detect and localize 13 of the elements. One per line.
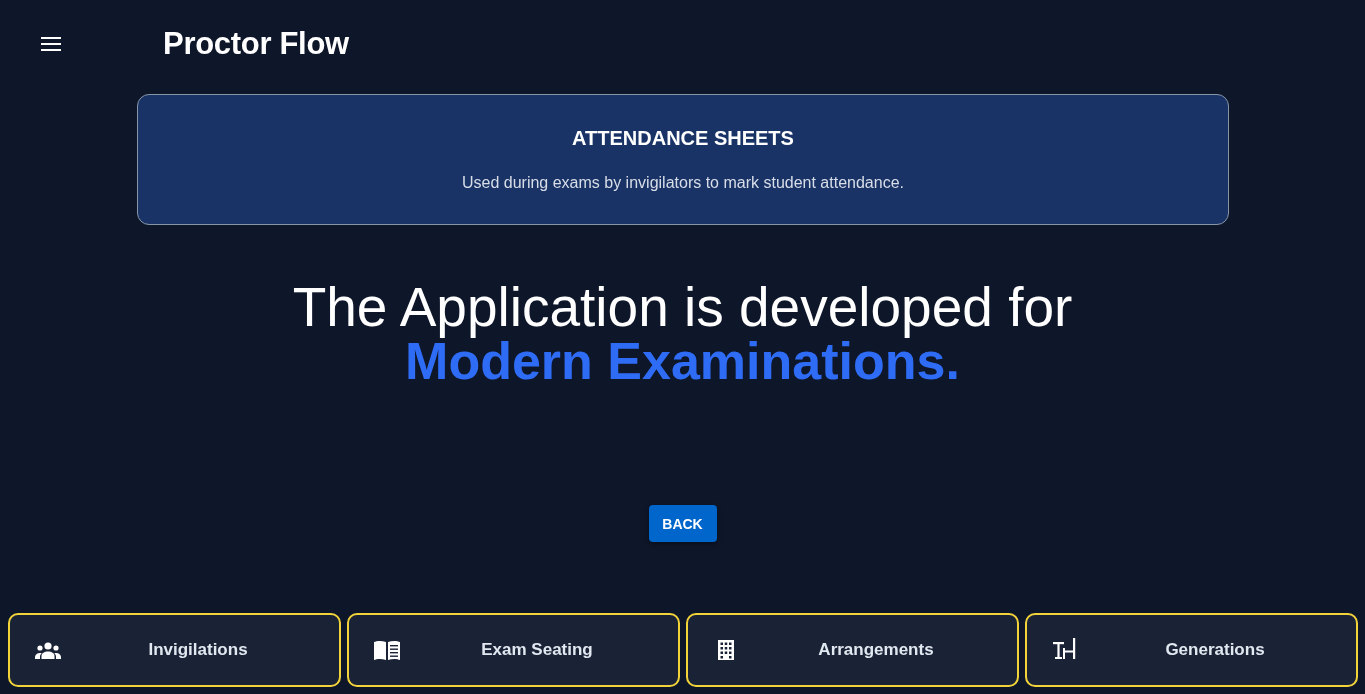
text-format-icon [1053,638,1077,662]
card-description: Used during exams by invigilators to mark student attendance. [462,174,904,192]
back-button[interactable]: BACK [648,505,717,542]
people-icon [35,641,61,659]
app-title: Proctor Flow [163,26,349,62]
book-icon [374,640,400,660]
building-icon [718,640,734,660]
card-title: ATTENDANCE SHEETS [572,127,794,150]
nav-button[interactable]: Exam Seating [347,613,680,687]
menu-icon [41,37,61,51]
nav-button[interactable]: Invigilations [8,613,341,687]
nav-button[interactable]: Arrangements [686,613,1019,687]
nav-button[interactable]: Generations [1025,613,1358,687]
